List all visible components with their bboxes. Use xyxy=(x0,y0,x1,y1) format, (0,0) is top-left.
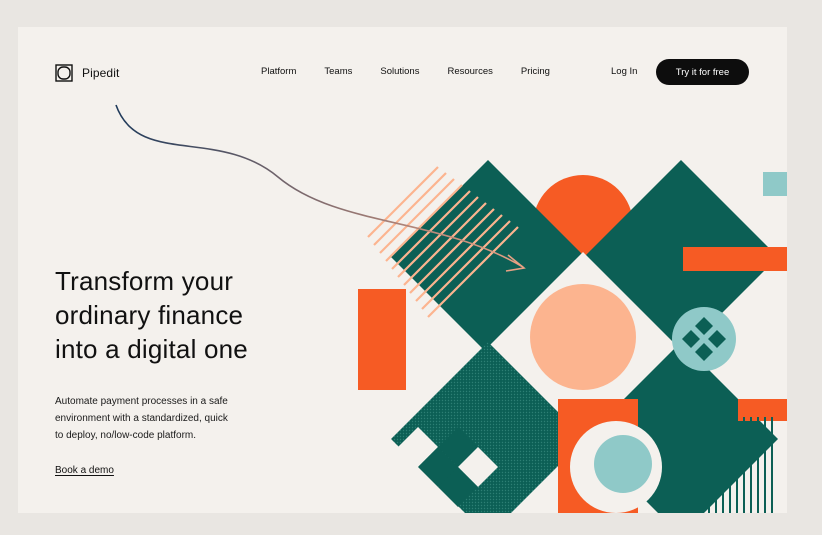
brand-name: Pipedit xyxy=(82,66,120,80)
nav-item-pricing[interactable]: Pricing xyxy=(521,66,550,77)
teal-diamond-bottom-right xyxy=(584,342,778,513)
curved-arrow xyxy=(115,104,524,268)
hero-subtitle: Automate payment processes in a safe env… xyxy=(55,393,295,444)
hero-subtitle-line-3: to deploy, no/low-code platform. xyxy=(55,430,197,441)
hero-title-line-1: Transform your xyxy=(55,266,234,296)
login-link[interactable]: Log In xyxy=(611,66,637,77)
main-nav: Platform Teams Solutions Resources Prici… xyxy=(261,66,550,77)
hero-title-line-3: into a digital one xyxy=(55,334,248,364)
brand-logo[interactable]: Pipedit xyxy=(55,64,119,82)
hero-subtitle-line-1: Automate payment processes in a safe xyxy=(55,396,228,407)
hero-title: Transform your ordinary finance into a d… xyxy=(55,264,325,366)
orange-circle-top xyxy=(533,175,633,275)
light-teal-circle-right xyxy=(672,307,736,371)
nav-item-platform[interactable]: Platform xyxy=(261,66,296,77)
orange-block-lower xyxy=(558,399,638,513)
cream-diamond-center xyxy=(485,252,681,448)
nav-item-solutions[interactable]: Solutions xyxy=(380,66,419,77)
landing-page: Pipedit Platform Teams Solutions Resourc… xyxy=(18,27,787,513)
teal-diamond-bottom-left xyxy=(391,342,585,513)
teal-vertical-stripes xyxy=(687,417,773,513)
cream-circle-lower xyxy=(570,421,662,513)
light-teal-circle-lower xyxy=(594,435,652,493)
nav-item-resources[interactable]: Resources xyxy=(447,66,492,77)
light-teal-square xyxy=(763,172,787,196)
orange-bar-lower-right xyxy=(738,399,787,421)
teal-diamond-top-right xyxy=(584,160,778,354)
checker-squares xyxy=(398,427,498,507)
peach-circle-center xyxy=(530,284,636,390)
peach-stripes xyxy=(367,166,519,318)
teal-diamond-top-left xyxy=(391,160,585,354)
rounded-square-icon xyxy=(55,64,73,82)
orange-rect-left xyxy=(358,289,406,390)
try-free-button[interactable]: Try it for free xyxy=(656,59,749,85)
orange-bar-right xyxy=(683,247,787,271)
arrow-head xyxy=(505,254,526,272)
book-demo-link[interactable]: Book a demo xyxy=(55,465,114,476)
hero-title-line-2: ordinary finance xyxy=(55,300,244,330)
hero-subtitle-line-2: environment with a standardized, quick xyxy=(55,413,228,424)
teal-diamond-cluster xyxy=(682,317,726,361)
nav-item-teams[interactable]: Teams xyxy=(324,66,352,77)
